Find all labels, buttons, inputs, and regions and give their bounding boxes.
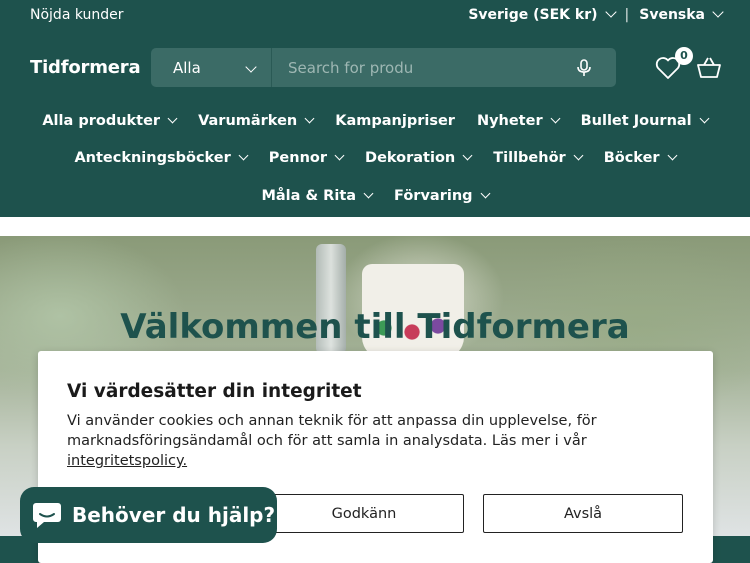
logo[interactable]: Tidformera bbox=[30, 57, 141, 78]
nav-item-kampanjpriser[interactable]: Kampanjpriser bbox=[335, 113, 455, 129]
cookie-body: Vi använder cookies och annan teknik för… bbox=[67, 413, 597, 449]
chevron-down-icon bbox=[573, 150, 584, 160]
chevron-down-icon bbox=[167, 113, 178, 123]
nav-label: Tillbehör bbox=[493, 150, 566, 166]
chevron-down-icon bbox=[245, 61, 257, 73]
nav-item-anteckningsbocker[interactable]: Anteckningsböcker bbox=[74, 150, 249, 166]
cookie-text: Vi använder cookies och annan teknik för… bbox=[67, 411, 627, 471]
microphone-icon[interactable] bbox=[576, 59, 592, 77]
chevron-down-icon bbox=[238, 150, 249, 160]
nav-label: Pennor bbox=[268, 150, 328, 166]
cookie-title: Vi värdesätter din integritet bbox=[67, 381, 362, 402]
nav-item-pennor[interactable]: Pennor bbox=[268, 150, 345, 166]
nav-label: Alla produkter bbox=[42, 113, 161, 129]
nav-label: Kampanjpriser bbox=[335, 113, 455, 129]
search-category-select[interactable]: Alla bbox=[151, 48, 272, 87]
nav-label: Bullet Journal bbox=[580, 113, 692, 129]
site-header: Nöjda kunder Sverige (SEK kr) | Svenska … bbox=[0, 0, 750, 217]
privacy-policy-link[interactable]: integritetspolicy. bbox=[67, 453, 187, 469]
cart-count-badge: 0 bbox=[675, 47, 693, 65]
chevron-down-icon bbox=[304, 113, 315, 123]
chat-label: Behöver du hjälp? bbox=[72, 503, 276, 527]
region-label: Sverige (SEK kr) bbox=[468, 7, 598, 23]
chevron-down-icon bbox=[462, 150, 473, 160]
nav-item-mala-rita[interactable]: Måla & Rita bbox=[261, 188, 374, 204]
nav-item-forvaring[interactable]: Förvaring bbox=[394, 188, 490, 204]
nav-item-varumarken[interactable]: Varumärken bbox=[198, 113, 315, 129]
nav-row-3: Måla & Rita Förvaring bbox=[0, 188, 750, 204]
cart-basket-icon[interactable] bbox=[697, 57, 721, 79]
search-category-label: Alla bbox=[173, 58, 201, 77]
nav-row-2: Anteckningsböcker Pennor Dekoration Till… bbox=[0, 150, 750, 166]
chevron-down-icon bbox=[604, 6, 617, 18]
decline-button[interactable]: Avslå bbox=[483, 494, 683, 533]
chevron-down-icon bbox=[480, 188, 490, 198]
chevron-down-icon bbox=[334, 150, 345, 160]
chat-bubble-icon bbox=[33, 503, 61, 528]
nav-row-1: Alla produkter Varumärken Kampanjpriser … bbox=[0, 113, 750, 129]
divider: | bbox=[624, 7, 630, 23]
nav-item-bocker[interactable]: Böcker bbox=[603, 150, 678, 166]
language-label: Svenska bbox=[639, 7, 705, 23]
nav-item-tillbehor[interactable]: Tillbehör bbox=[493, 150, 584, 166]
nav-label: Böcker bbox=[603, 150, 660, 166]
chevron-down-icon bbox=[667, 150, 678, 160]
search-bar: Alla Search for produ bbox=[151, 48, 616, 87]
nav-item-dekoration[interactable]: Dekoration bbox=[365, 150, 473, 166]
chat-button[interactable]: Behöver du hjälp? bbox=[20, 487, 277, 543]
nav-item-bullet-journal[interactable]: Bullet Journal bbox=[580, 113, 710, 129]
chevron-down-icon bbox=[550, 113, 561, 123]
nav-label: Nyheter bbox=[476, 113, 543, 129]
trust-text[interactable]: Nöjda kunder bbox=[30, 7, 124, 23]
search-input[interactable]: Search for produ bbox=[272, 48, 616, 87]
nav-label: Måla & Rita bbox=[261, 188, 357, 204]
nav-label: Anteckningsböcker bbox=[74, 150, 231, 166]
chevron-down-icon bbox=[363, 188, 374, 198]
language-selector[interactable]: Svenska bbox=[639, 6, 724, 23]
nav-label: Förvaring bbox=[394, 188, 473, 204]
search-placeholder: Search for produ bbox=[288, 58, 414, 77]
nav-item-nyheter[interactable]: Nyheter bbox=[476, 113, 561, 129]
accept-button[interactable]: Godkänn bbox=[264, 494, 464, 533]
chevron-down-icon bbox=[699, 113, 710, 123]
chevron-down-icon bbox=[712, 6, 724, 18]
nav-label: Varumärken bbox=[198, 113, 298, 129]
hero-title: Välkommen till Tidformera bbox=[120, 307, 630, 347]
nav-item-alla-produkter[interactable]: Alla produkter bbox=[42, 113, 178, 129]
nav-label: Dekoration bbox=[365, 150, 456, 166]
locale-selector: Sverige (SEK kr) | Svenska bbox=[468, 6, 724, 23]
region-selector[interactable]: Sverige (SEK kr) bbox=[468, 6, 617, 23]
